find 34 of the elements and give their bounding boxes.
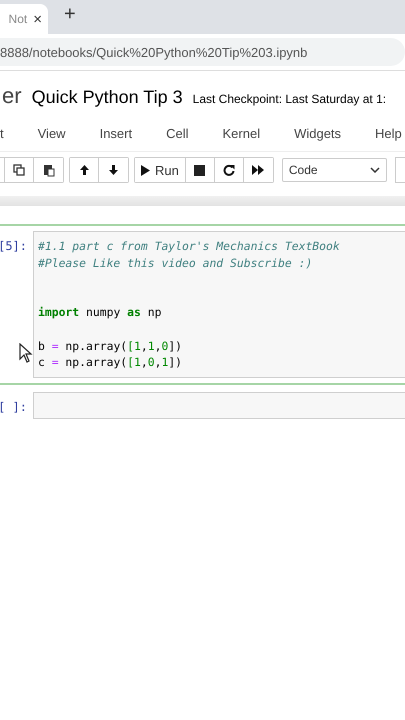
code-input[interactable]	[33, 392, 405, 419]
code-cell[interactable]: [ ]:	[0, 384, 405, 426]
menu-item[interactable]: t	[0, 126, 21, 140]
menu-item[interactable]: Widgets	[277, 126, 358, 140]
arrow-down-icon	[108, 164, 119, 176]
tab-title: Not	[8, 12, 28, 26]
fast-forward-icon	[252, 165, 264, 175]
mouse-pointer-icon	[19, 343, 33, 363]
cell-prompt: [5]:	[0, 238, 28, 253]
menu-item[interactable]: Cell	[149, 126, 206, 140]
restart-icon	[222, 164, 235, 176]
checkpoint-status: Last Checkpoint: Last Saturday at 1:	[192, 92, 386, 106]
address-bar[interactable]: 8888/notebooks/Quick%20Python%20Tip%203.ipynb	[0, 38, 405, 66]
logo[interactable]: er	[2, 83, 22, 109]
notebook-title[interactable]: Quick Python Tip 3	[32, 87, 183, 108]
stop-icon	[194, 164, 206, 176]
cell-type-dropdown[interactable]: Code	[282, 158, 387, 182]
new-tab-button[interactable]: +	[64, 2, 76, 26]
chevron-down-icon	[370, 167, 380, 173]
arrow-up-icon	[78, 164, 90, 176]
code-input[interactable]: #1.1 part c from Taylor's Mechanics TextBook #Please Like this video and Subscribe :) import numpy as np b = np.array([1,1,0]) c = np.array([1,0,1])	[33, 231, 405, 378]
code-cell[interactable]: [5]: #1.1 part c from Taylor's Mechanics TextBook #Please Like this video and Subscribe :) import numpy as np b = np.array([1,1,0]) c = np.array([1,0,1])	[0, 224, 405, 385]
copy-icon	[13, 164, 25, 176]
close-tab-button[interactable]: ×	[33, 10, 42, 28]
move-up-button[interactable]	[70, 158, 99, 182]
menu-item[interactable]: Insert	[82, 126, 150, 140]
play-icon	[141, 164, 150, 176]
menu-item[interactable]: Kernel	[206, 126, 278, 140]
browser-tab[interactable]: Not ×	[0, 4, 48, 34]
paste-icon	[42, 164, 54, 176]
menu-item[interactable]: Help	[358, 126, 405, 140]
run-button[interactable]: Run	[135, 158, 186, 182]
cell-prompt: [ ]:	[0, 398, 28, 414]
menu-item[interactable]: View	[20, 126, 83, 140]
